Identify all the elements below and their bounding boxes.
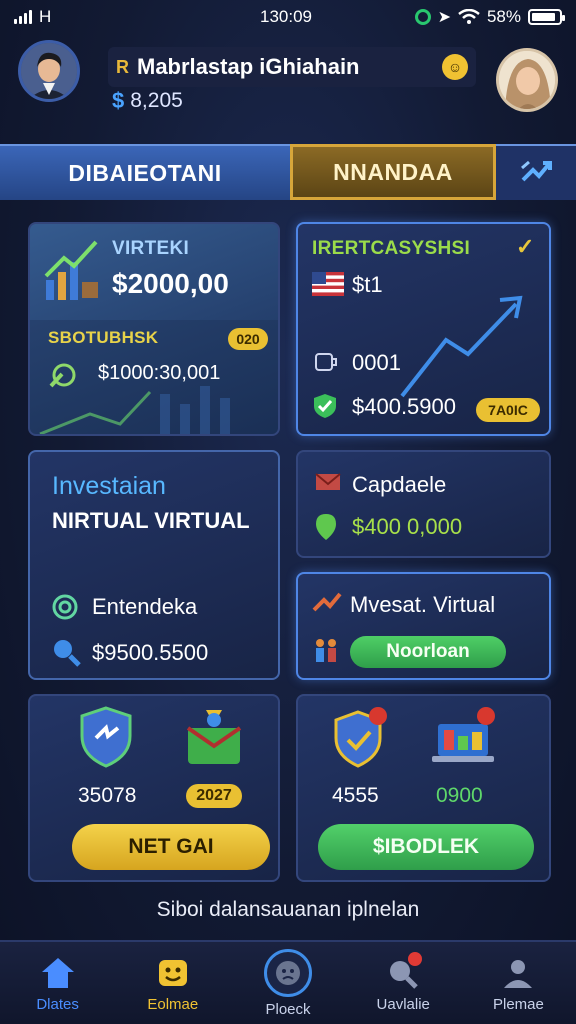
arrow-trend-icon <box>312 592 342 612</box>
left-bottom-right-value: 2027 <box>186 784 242 808</box>
card-mvesat[interactable]: Mvesat. Virtual Noorloan <box>296 572 551 680</box>
nav-label-center: Ploeck <box>265 1000 311 1018</box>
sibodlek-button[interactable]: $IBODLEK <box>318 824 534 870</box>
tab-middle[interactable]: NNANDAA <box>290 144 496 200</box>
virteki-badge: 020 <box>228 328 268 350</box>
investasi-row2-value: $9500.5500 <box>92 640 209 665</box>
right-bottom-left-value: 4555 <box>332 784 379 807</box>
tab-left[interactable]: DIBAIEOTANI <box>0 144 290 200</box>
wifi-icon <box>458 9 480 24</box>
card-capdale[interactable]: Capdaele $400 0,000 <box>296 450 551 558</box>
shield-check-icon <box>314 394 336 418</box>
net-gain-button[interactable]: NET GAI <box>72 824 270 870</box>
profile-name: Mabrlastap iGhiahain <box>137 54 360 79</box>
envelope-icon <box>315 473 341 490</box>
virteki-subtitle: SBOTUBHSK <box>48 328 159 347</box>
background-chart <box>39 386 230 434</box>
footer-caption: Siboi dalansauanan iplnelan <box>156 898 420 921</box>
status-right: ➤ 58% <box>414 7 565 27</box>
card-ireri[interactable]: IRERTCASYSHSI ✓ $t1 0001 $400.5900 7A0IC <box>296 222 551 436</box>
right-bottom-right-value: 0900 <box>436 784 483 807</box>
card-right-bottom[interactable]: 4555 0900 $IBODLEK <box>296 694 551 882</box>
signal-icon <box>14 10 32 24</box>
nav-item-center[interactable]: Ploeck <box>230 942 345 1024</box>
smiley-badge-icon <box>154 954 192 992</box>
woman-avatar[interactable] <box>496 48 558 112</box>
coin-icon[interactable]: ☺ <box>442 54 468 80</box>
nav-label-profile: Plemae <box>492 995 544 1013</box>
battery-icon <box>528 9 565 25</box>
ireri-title: IRERTCASYSHSI <box>312 238 471 259</box>
check-icon: ✓ <box>516 234 535 259</box>
nav-item-profile[interactable]: Plemae <box>461 942 576 1024</box>
virteki-amount: $2000,00 <box>112 268 229 299</box>
mvesat-button[interactable]: Noorloan <box>350 636 506 668</box>
carrier-label: H <box>39 7 52 26</box>
tab-refresh[interactable] <box>496 144 576 200</box>
status-bar: H 130:09 ➤ 58% <box>0 0 576 34</box>
card-left-bottom[interactable]: 35078 2027 NET GAI <box>28 694 280 882</box>
profile-name-bar[interactable]: R Mabrlastap iGhiahain ☺ <box>108 47 476 87</box>
badge-shield-icon <box>334 707 387 768</box>
balance-value: 8,205 <box>130 89 183 112</box>
ireri-badge: 7A0IC <box>476 398 540 422</box>
us-flag-icon <box>312 272 344 296</box>
card-virteki[interactable]: VIRTEKI $2000,00 SBOTUBHSK 020 $1000:30,… <box>28 222 280 436</box>
header-balance: $ 8,205 <box>112 88 183 114</box>
investasi-row1-label: Entendeka <box>92 594 198 619</box>
spiral-icon <box>52 594 78 620</box>
bottom-nav: Dlates Eolmae Ploeck Uavlalie Plemae <box>0 940 576 1024</box>
shield-icon <box>80 706 132 768</box>
status-time: 130:09 <box>260 7 312 26</box>
face-circle-icon <box>264 948 312 997</box>
profile-icon <box>499 954 537 992</box>
growth-chart-icon <box>44 240 98 300</box>
laptop-chart-icon <box>432 707 495 762</box>
people-icon <box>316 639 336 662</box>
mvesat-title: Mvesat. Virtual <box>350 592 496 617</box>
left-bottom-left-value: 35078 <box>78 784 137 807</box>
battery-percent: 58% <box>486 7 521 26</box>
location-icon: ➤ <box>437 9 451 26</box>
nav-label-home: Dlates <box>36 995 79 1013</box>
notification-dot <box>408 951 423 966</box>
alarm-icon <box>414 9 431 25</box>
woman-avatar-icon <box>499 51 555 109</box>
search-notification-icon <box>384 951 423 992</box>
virteki-title: VIRTEKI <box>112 238 190 259</box>
user-avatar[interactable] <box>18 40 80 102</box>
capdale-value: $400 0,000 <box>352 514 463 539</box>
search-icon <box>54 640 81 667</box>
nav-item-home[interactable]: Dlates <box>0 942 115 1024</box>
nav-label-search: Uavlalie <box>376 995 430 1013</box>
investasi-title: Investaian <box>52 472 166 500</box>
home-icon <box>39 954 77 992</box>
status-left: H <box>14 7 51 27</box>
investasi-subtitle: NIRTUAL VIRTUAL <box>52 508 250 533</box>
rank-mark: R <box>116 56 129 77</box>
refresh-arrows-icon <box>521 160 552 182</box>
cup-icon <box>315 353 337 371</box>
man-avatar-icon <box>21 43 77 99</box>
ireri-row2-value: 0001 <box>352 350 401 375</box>
ireri-row1-value: $t1 <box>352 272 383 297</box>
capdale-title: Capdaele <box>352 472 447 497</box>
map-pin-icon <box>316 514 336 540</box>
nav-label-rewards: Eolmae <box>147 995 199 1013</box>
balance-symbol: $ <box>112 88 125 113</box>
wallet-icon <box>186 710 242 764</box>
nav-item-rewards[interactable]: Eolmae <box>115 942 230 1024</box>
tab-bar: DIBAIEOTANI NNANDAA <box>0 144 576 200</box>
ireri-row3-value: $400.5900 <box>352 394 456 419</box>
nav-item-search[interactable]: Uavlalie <box>346 942 461 1024</box>
card-investasi[interactable]: Investaian NIRTUAL VIRTUAL Entendeka $95… <box>28 450 280 680</box>
trend-arrow-icon <box>400 295 523 398</box>
